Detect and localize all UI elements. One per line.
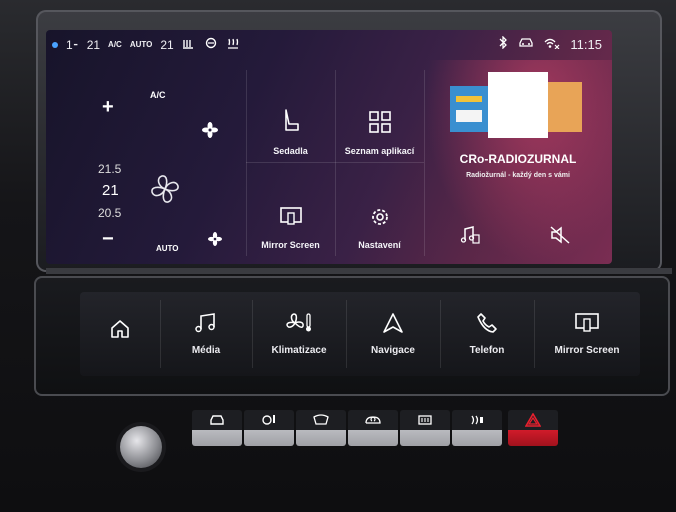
shortcut-climate-label: Klimatizace <box>271 345 327 356</box>
gear-icon <box>369 206 391 230</box>
tile-seats-label: Sedadla <box>273 146 308 156</box>
hardware-button-row <box>192 410 564 452</box>
seat-heat-status: 1⁃ <box>66 37 79 52</box>
hazard-triangle-icon <box>524 412 542 432</box>
climate-panel: + A/C 21.5 21 20.5 − AUTO <box>46 60 246 264</box>
hw-parking-sensor-button[interactable] <box>452 410 502 446</box>
seat-heat-icon <box>226 37 240 52</box>
radio-widget[interactable]: CRo-RADIOZURNAL Radiožurnál - každý den … <box>424 60 612 264</box>
car-front-icon <box>209 413 225 431</box>
bluetooth-icon <box>498 35 508 52</box>
temp-right-status: 21 <box>160 37 174 52</box>
tile-mirror-screen[interactable]: Mirror Screen <box>246 162 335 256</box>
recirculation-icon <box>364 413 382 431</box>
seat-heat-right-icon <box>182 37 196 52</box>
shortcut-climate[interactable]: Klimatizace <box>252 292 346 376</box>
shortcut-media[interactable]: Média <box>160 292 252 376</box>
rear-defrost-icon <box>204 37 218 52</box>
signal-icon <box>544 37 560 52</box>
home-icon <box>109 318 131 343</box>
bezel-strip <box>46 268 672 274</box>
temp-decrease-button[interactable]: − <box>102 228 114 251</box>
auto-toggle[interactable]: AUTO <box>156 244 179 253</box>
temp-increase-button[interactable]: + <box>102 96 114 119</box>
hw-climate-button[interactable] <box>244 410 294 446</box>
hw-car-settings-button[interactable] <box>192 410 242 446</box>
fan-speed-low-icon[interactable] <box>208 232 222 251</box>
fan-icon <box>261 413 277 431</box>
shortcut-media-label: Média <box>191 345 221 356</box>
tile-settings-label: Nastavení <box>358 240 401 250</box>
infotainment-screen: 1⁃ 21 A/C AUTO 21 11:15 + A/C 21.5 21 20… <box>46 30 612 264</box>
shortcut-navigation[interactable]: Navigace <box>346 292 440 376</box>
fan-icon[interactable] <box>148 172 182 211</box>
album-art <box>488 72 548 138</box>
hw-hazard-button[interactable] <box>508 410 558 446</box>
front-defrost-icon <box>313 413 329 431</box>
shortcut-home[interactable] <box>80 292 160 376</box>
temp-lower-value: 20.5 <box>98 206 122 220</box>
grid-icon <box>368 110 392 136</box>
music-note-icon[interactable] <box>460 226 480 249</box>
hw-recirculation-button[interactable] <box>348 410 398 446</box>
rear-defrost-icon <box>417 413 433 431</box>
parking-sensor-icon <box>469 413 485 431</box>
shortcut-mirror-screen-label: Mirror Screen <box>554 345 620 356</box>
status-indicator-dot <box>52 41 58 48</box>
shortcut-phone-label: Telefon <box>469 345 505 356</box>
ac-status: A/C <box>108 40 122 49</box>
tile-seats[interactable]: Sedadla <box>246 70 335 162</box>
album-art-right <box>548 82 582 132</box>
shortcut-phone[interactable]: Telefon <box>440 292 534 376</box>
mirror-screen-icon <box>574 312 600 337</box>
fan-temperature-icon <box>285 312 313 337</box>
tile-app-list-label: Seznam aplikací <box>344 146 415 156</box>
mirror-screen-icon <box>279 206 303 230</box>
temp-left-status: 21 <box>86 37 101 52</box>
tile-app-list[interactable]: Seznam aplikací <box>335 70 424 162</box>
hw-rear-defrost-button[interactable] <box>400 410 450 446</box>
tile-mirror-screen-label: Mirror Screen <box>261 240 320 250</box>
radio-station-subtitle: Radiožurnál - každý den s vámi <box>466 172 570 179</box>
music-note-icon <box>194 312 218 337</box>
hw-front-defrost-button[interactable] <box>296 410 346 446</box>
auto-status: AUTO <box>129 40 153 49</box>
album-art-left <box>450 86 488 132</box>
navigation-arrow-icon <box>381 312 405 337</box>
temp-current-value: 21 <box>102 182 119 199</box>
fan-speed-high-icon[interactable] <box>202 122 218 143</box>
clock: 11:15 <box>570 36 602 52</box>
car-connected-icon <box>518 37 534 52</box>
ac-toggle[interactable]: A/C <box>150 90 166 100</box>
speaker-mute-icon[interactable] <box>550 226 570 249</box>
shortcut-mirror-screen[interactable]: Mirror Screen <box>534 292 640 376</box>
status-bar: 1⁃ 21 A/C AUTO 21 11:15 <box>46 30 612 58</box>
shortcut-navigation-label: Navigace <box>371 345 415 356</box>
tile-settings[interactable]: Nastavení <box>335 162 424 256</box>
touch-shortcut-bar: Média Klimatizace Navigace Telefon Mirro… <box>80 292 640 376</box>
phone-icon <box>476 312 498 337</box>
radio-station-name: CRo-RADIOZURNAL <box>459 152 577 166</box>
seat-icon <box>280 108 302 136</box>
volume-knob[interactable] <box>120 426 162 468</box>
temp-upper-value: 21.5 <box>98 162 122 176</box>
